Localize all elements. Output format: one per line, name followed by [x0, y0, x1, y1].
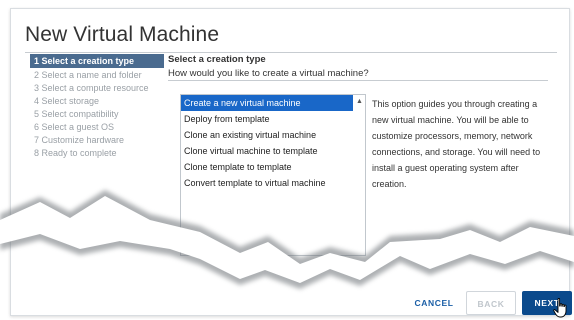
- section-title: Select a creation type: [168, 54, 266, 65]
- section-question: How would you like to create a virtual m…: [168, 68, 369, 79]
- dialog-title: New Virtual Machine: [25, 23, 220, 46]
- option-clone-existing-vm[interactable]: Clone an existing virtual machine: [181, 127, 353, 143]
- hand-pointer-icon: [553, 298, 567, 318]
- back-button[interactable]: BACK: [466, 291, 516, 315]
- option-clone-vm-to-template[interactable]: Clone virtual machine to template: [181, 143, 353, 159]
- option-convert-template-to-vm[interactable]: Convert template to virtual machine: [181, 175, 353, 191]
- step-customize-hardware: 7 Customize hardware: [34, 135, 125, 145]
- step-select-creation-type[interactable]: 1 Select a creation type: [30, 54, 164, 68]
- main-panel: Select a creation type How would you lik…: [168, 54, 548, 81]
- step-ready-to-complete: 8 Ready to complete: [34, 148, 117, 158]
- option-description: This option guides you through creating …: [372, 99, 541, 189]
- wizard-steps: 1 Select a creation type 2 Select a name…: [30, 54, 164, 160]
- creation-type-list[interactable]: Create a new virtual machine Deploy from…: [180, 94, 366, 256]
- option-deploy-from-template[interactable]: Deploy from template: [181, 111, 353, 127]
- step-select-compute-resource: 3 Select a compute resource: [34, 83, 149, 93]
- step-select-name-folder: 2 Select a name and folder: [34, 70, 142, 80]
- scroll-up-arrow-icon[interactable]: ▲: [355, 97, 364, 106]
- option-clone-template-to-template[interactable]: Clone template to template: [181, 159, 353, 175]
- title-divider: [25, 52, 557, 53]
- cancel-button[interactable]: CANCEL: [404, 291, 464, 315]
- step-select-storage: 4 Select storage: [34, 96, 100, 106]
- option-create-new-vm[interactable]: Create a new virtual machine: [181, 95, 353, 111]
- section-divider: [168, 80, 548, 81]
- step-select-compatibility: 5 Select compatibility: [34, 109, 119, 119]
- step-select-guest-os: 6 Select a guest OS: [34, 122, 115, 132]
